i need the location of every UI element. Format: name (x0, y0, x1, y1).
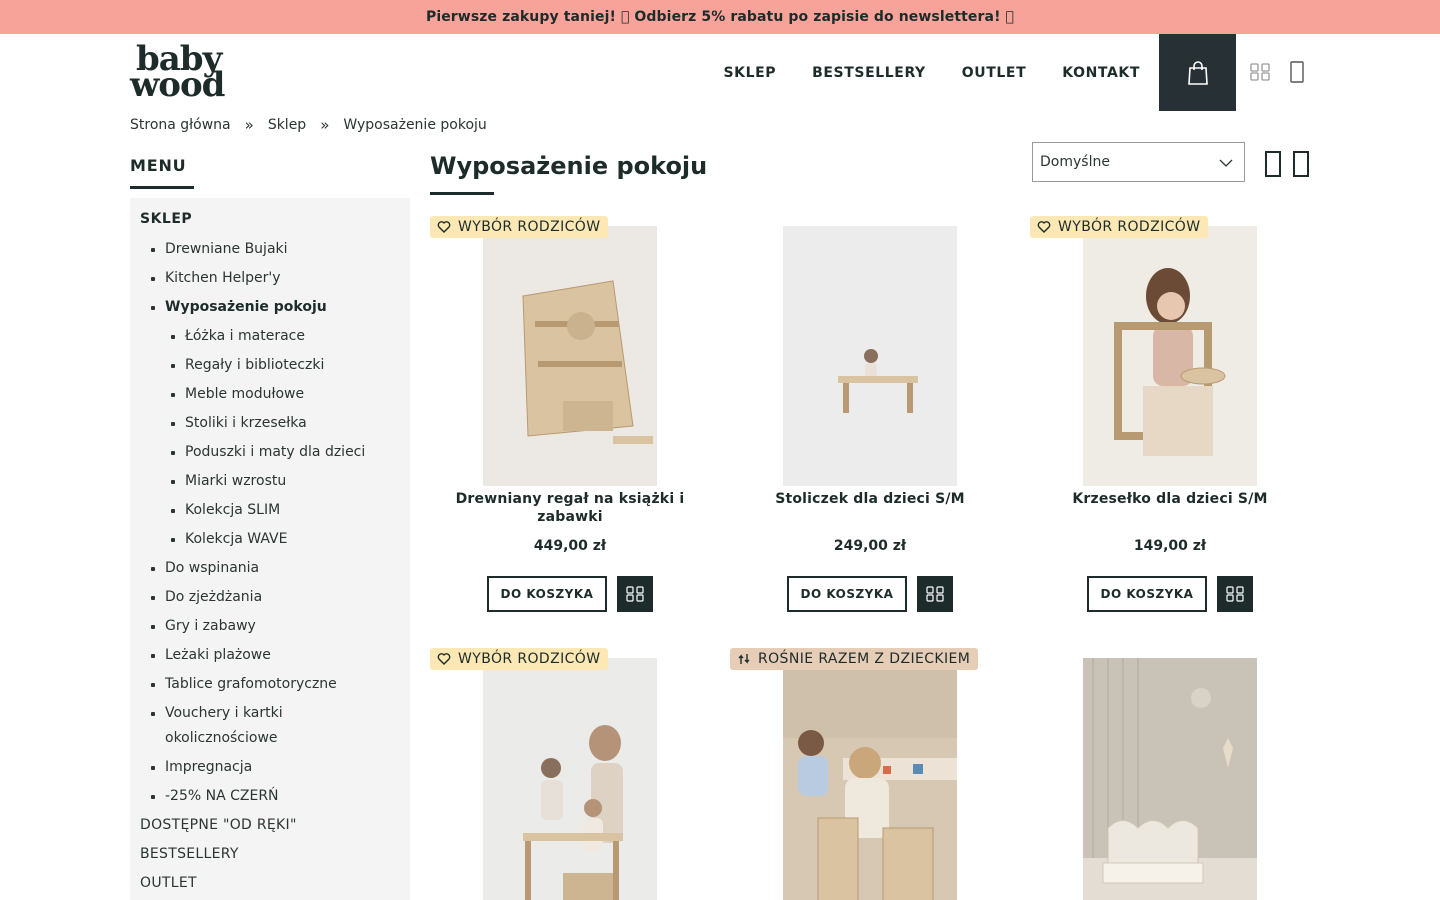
product-price: 149,00 zł (1133, 538, 1207, 554)
sidebar-item[interactable]: Wyposażenie pokoju (130, 293, 410, 322)
heart-icon (1037, 220, 1051, 234)
breadcrumb-separator: » (320, 116, 330, 134)
sidebar-item[interactable]: Kitchen Helper'y (130, 264, 410, 293)
product-badge: WYBÓR RODZICÓW (430, 648, 609, 670)
product-badge: WYBÓR RODZICÓW (1030, 216, 1209, 238)
growth-arrows-icon (737, 652, 751, 666)
breadcrumb: Strona główna » Sklep » Wyposażenie poko… (130, 116, 487, 134)
sidebar-item[interactable]: Stoliki i krzesełka (130, 409, 410, 438)
product-image[interactable] (783, 226, 957, 486)
breadcrumb-current: Wyposażenie pokoju (343, 117, 487, 133)
main-nav: SKLEP BESTSELLERY OUTLET KONTAKT (723, 34, 1140, 112)
category-list: Drewniane Bujaki Kitchen Helper'y Wyposaże… (130, 235, 410, 898)
sort-selected-value: Domyślne (1040, 154, 1110, 170)
page-title: Wyposażenie pokoju (430, 152, 708, 180)
product-image[interactable] (783, 658, 957, 900)
sidebar-item[interactable]: Do wspinania (130, 554, 410, 583)
sidebar-item[interactable]: Kolekcja WAVE (130, 525, 410, 554)
nav-item-outlet[interactable]: OUTLET (962, 65, 1026, 81)
sidebar-item[interactable]: -25% NA CZERŃ (130, 782, 410, 811)
sidebar-item[interactable]: Drewniane Bujaki (130, 235, 410, 264)
product-badge-label: WYBÓR RODZICÓW (1058, 219, 1201, 235)
sidebar-item[interactable]: Regały i biblioteczki (130, 351, 410, 380)
grid-view-icon (1265, 151, 1281, 177)
compare-product-button[interactable] (1217, 576, 1253, 612)
heart-icon (437, 220, 451, 234)
chevron-down-icon (1219, 159, 1233, 167)
compare-product-button[interactable] (917, 576, 953, 612)
sidebar-item[interactable]: Vouchery i kartki okolicznościowe (130, 699, 410, 753)
product-image[interactable] (1083, 226, 1257, 486)
sidebar-item[interactable]: Miarki wzrostu (130, 467, 410, 496)
product-badge: WYBÓR RODZICÓW (430, 216, 609, 238)
promo-banner-text: Pierwsze zakupy taniej!   Odbierz 5% rab… (425, 9, 1015, 25)
nav-item-bestsellery[interactable]: BESTSELLERY (812, 65, 926, 81)
product-image[interactable] (483, 658, 657, 900)
nav-item-sklep[interactable]: SKLEP (723, 65, 776, 81)
breadcrumb-separator: » (244, 116, 254, 134)
page-title-underline (430, 192, 494, 195)
product-name[interactable]: Krzesełko dla dzieci S/M (1030, 490, 1310, 508)
add-to-cart-button[interactable]: DO KOSZYKA (787, 576, 907, 612)
cart-button[interactable] (1159, 34, 1236, 111)
product-price: 449,00 zł (533, 538, 607, 554)
sidebar-item[interactable]: Tablice grafomotoryczne (130, 670, 410, 699)
nav-item-kontakt[interactable]: KONTAKT (1062, 65, 1140, 81)
compare-grid-icon (926, 586, 944, 602)
product-badge-label: ROŚNIE RAZEM Z DZIECKIEM (758, 651, 971, 667)
sidebar-item[interactable]: Gry i zabawy (130, 612, 410, 641)
sidebar-item[interactable]: Poduszki i maty dla dzieci (130, 438, 410, 467)
add-to-cart-button[interactable]: DO KOSZYKA (487, 576, 607, 612)
sidebar-root-sklep[interactable]: SKLEP (140, 211, 192, 227)
site-header: baby wood SKLEP BESTSELLERY OUTLET KONTA… (0, 34, 1440, 112)
product-name[interactable]: Stoliczek dla dzieci S/M (730, 490, 1010, 508)
list-view-icon (1293, 151, 1309, 177)
product-image[interactable] (483, 226, 657, 486)
compare-grid-icon (626, 586, 644, 602)
account-button[interactable] (1285, 60, 1309, 84)
heart-icon (437, 652, 451, 666)
sidebar-item[interactable]: Do zjeżdżania (130, 583, 410, 612)
sidebar-item[interactable]: Impregnacja (130, 753, 410, 782)
product-image[interactable] (1083, 658, 1257, 900)
sidebar-item[interactable]: Kolekcja SLIM (130, 496, 410, 525)
grid-view-button[interactable] (1264, 150, 1284, 178)
product-badge-label: WYBÓR RODZICÓW (458, 651, 601, 667)
breadcrumb-home[interactable]: Strona główna (130, 117, 231, 133)
sidebar-item[interactable]: DOSTĘPNE "OD RĘKI" (130, 811, 410, 840)
logo-line-2: wood (130, 65, 225, 105)
sidebar-title: MENU (130, 156, 187, 175)
sidebar-item[interactable]: Leżaki plażowe (130, 641, 410, 670)
user-icon (1290, 61, 1304, 83)
compare-grid-icon (1250, 63, 1270, 81)
shopping-bag-icon (1187, 60, 1208, 85)
product-name[interactable]: Drewniany regał na książki i zabawki (430, 490, 710, 526)
compare-product-button[interactable] (617, 576, 653, 612)
sidebar-item[interactable]: BESTSELLERY (130, 840, 410, 869)
site-logo[interactable]: baby wood (130, 42, 230, 105)
product-badge-label: WYBÓR RODZICÓW (458, 219, 601, 235)
promo-banner: Pierwsze zakupy taniej!   Odbierz 5% rab… (0, 0, 1440, 34)
category-sidebar: SKLEP Drewniane Bujaki Kitchen Helper'y Wy… (130, 198, 410, 900)
compare-button[interactable] (1248, 60, 1272, 84)
compare-grid-icon (1226, 586, 1244, 602)
add-to-cart-button[interactable]: DO KOSZYKA (1087, 576, 1207, 612)
sidebar-title-underline (130, 186, 194, 189)
sort-select[interactable]: Domyślne (1032, 142, 1245, 182)
product-price: 249,00 zł (833, 538, 907, 554)
product-badge: ROŚNIE RAZEM Z DZIECKIEM (730, 648, 979, 670)
sidebar-item[interactable]: Łóżka i materace (130, 322, 410, 351)
breadcrumb-sklep[interactable]: Sklep (268, 117, 306, 133)
sidebar-item[interactable]: Meble modułowe (130, 380, 410, 409)
sidebar-item[interactable]: OUTLET (130, 869, 410, 898)
list-view-button[interactable] (1292, 150, 1312, 178)
